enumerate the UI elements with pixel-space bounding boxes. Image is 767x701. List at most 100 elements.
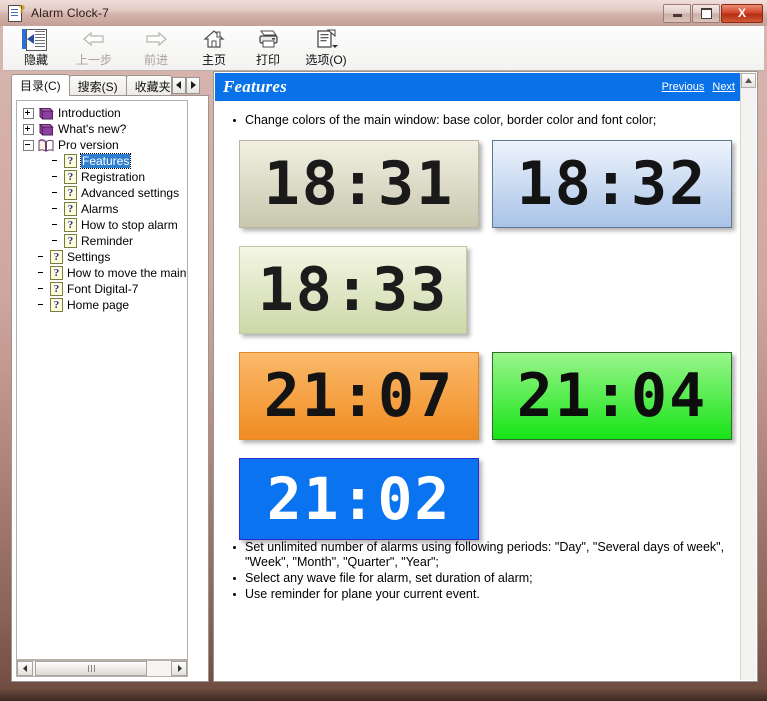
tree-horizontal-scrollbar[interactable] bbox=[16, 660, 188, 677]
tab-favorites[interactable]: 收藏夹 bbox=[125, 75, 172, 96]
content-panel: Features Previous Next Change colors of … bbox=[213, 71, 758, 682]
tab-favorites-label: 收藏夹 bbox=[134, 79, 171, 94]
help-page-icon: ? bbox=[50, 282, 63, 296]
toolbar: 隐藏 上一步 前进 主页 打印 选项(O) bbox=[3, 26, 764, 71]
tree-item-what-s-new[interactable]: What's new? bbox=[17, 121, 187, 137]
tree-item-label: Reminder bbox=[81, 234, 134, 248]
tab-scroll-left-button[interactable] bbox=[171, 76, 186, 94]
close-button[interactable]: X bbox=[721, 3, 763, 23]
scroll-grip bbox=[87, 665, 95, 672]
navigation-panel: Introduction What's new? Pro version? Featu… bbox=[11, 95, 209, 682]
tree-item-label: How to move the main windo bbox=[67, 266, 187, 280]
toolbar-button-options[interactable]: 选项(O) bbox=[295, 26, 357, 69]
help-page-icon: ? bbox=[50, 266, 63, 280]
tree-item-registration[interactable]: ? Registration bbox=[17, 169, 187, 185]
toolbar-button-hide[interactable]: 隐藏 bbox=[9, 26, 63, 69]
tree-item-label: Font Digital-7 bbox=[67, 282, 139, 296]
expand-icon[interactable] bbox=[23, 123, 34, 135]
tree-item-label: What's new? bbox=[58, 122, 127, 136]
tree-item-pro-version[interactable]: Pro version bbox=[17, 137, 187, 153]
help-viewer-window: ? Alarm Clock-7 X 隐藏 上一步 前进 主页 打印 选项(O) … bbox=[0, 0, 767, 701]
toolbar-label-forward: 前进 bbox=[143, 53, 168, 67]
closed-book-icon bbox=[38, 123, 54, 136]
tab-contents[interactable]: 目录(C) bbox=[11, 74, 70, 96]
tree-item-introduction[interactable]: Introduction bbox=[17, 105, 187, 121]
tree-spacer bbox=[51, 173, 60, 182]
next-link[interactable]: Next bbox=[712, 81, 735, 93]
expand-icon[interactable] bbox=[23, 107, 34, 119]
tab-scroll-right-button[interactable] bbox=[185, 76, 200, 94]
content-vertical-scrollbar[interactable] bbox=[740, 73, 756, 680]
window-controls: X bbox=[663, 3, 763, 23]
contents-tree[interactable]: Introduction What's new? Pro version? Featu… bbox=[16, 100, 188, 660]
toolbar-label-home: 主页 bbox=[201, 53, 226, 67]
tree-item-advanced-settings[interactable]: ? Advanced settings bbox=[17, 185, 187, 201]
close-icon: X bbox=[737, 6, 746, 20]
tree-item-label: How to stop alarm bbox=[81, 218, 178, 232]
tree-spacer bbox=[51, 237, 60, 246]
list-item: Select any wave file for alarm, set dura… bbox=[227, 571, 733, 586]
scroll-thumb[interactable] bbox=[35, 661, 147, 676]
tree-item-font-digital-7[interactable]: ? Font Digital-7 bbox=[17, 281, 187, 297]
tree-item-label: Settings bbox=[67, 250, 111, 264]
page-navigation: Previous Next bbox=[662, 81, 735, 93]
list-item: Use reminder for plane your current even… bbox=[227, 587, 733, 602]
tree-spacer bbox=[51, 189, 60, 198]
tree-spacer bbox=[37, 253, 46, 262]
tree-spacer bbox=[51, 157, 60, 166]
clock-beige: 18:31 bbox=[239, 140, 479, 228]
tree-item-how-to-move-the-main-windo[interactable]: ? How to move the main windo bbox=[17, 265, 187, 281]
toolbar-button-forward[interactable]: 前进 bbox=[125, 26, 187, 69]
maximize-button[interactable] bbox=[692, 3, 720, 23]
scroll-up-button[interactable] bbox=[741, 73, 756, 88]
help-document-icon: ? bbox=[7, 3, 25, 22]
clock-light-blue: 18:32 bbox=[492, 140, 732, 228]
clock-time-display: 18:32 bbox=[516, 149, 708, 219]
scroll-right-button[interactable] bbox=[171, 661, 187, 676]
toolbar-button-print[interactable]: 打印 bbox=[241, 26, 295, 69]
toolbar-label-options: 选项(O) bbox=[305, 53, 347, 67]
hide-pane-icon bbox=[22, 28, 49, 51]
tree-item-label: Registration bbox=[81, 170, 146, 184]
help-page-icon: ? bbox=[64, 218, 77, 232]
tab-search-label: 搜索(S) bbox=[77, 79, 118, 94]
content-body: Change colors of the main window: base c… bbox=[215, 101, 743, 680]
help-page-icon: ? bbox=[50, 250, 63, 264]
toolbar-button-home[interactable]: 主页 bbox=[187, 26, 241, 69]
tree-spacer bbox=[51, 221, 60, 230]
previous-link[interactable]: Previous bbox=[662, 81, 705, 93]
tab-search[interactable]: 搜索(S) bbox=[68, 75, 127, 96]
closed-book-icon bbox=[38, 107, 54, 120]
page-title: Features bbox=[223, 77, 287, 96]
tree-item-settings[interactable]: ? Settings bbox=[17, 249, 187, 265]
window-title: Alarm Clock-7 bbox=[31, 6, 109, 20]
tree-item-how-to-stop-alarm[interactable]: ? How to stop alarm bbox=[17, 217, 187, 233]
tree-item-label: Alarms bbox=[81, 202, 119, 216]
clock-orange: 21:07 bbox=[239, 352, 479, 440]
clock-blue: 21:02 bbox=[239, 458, 479, 540]
scroll-left-button[interactable] bbox=[17, 661, 33, 676]
clock-time-display: 21:04 bbox=[516, 361, 708, 431]
tree-item-reminder[interactable]: ? Reminder bbox=[17, 233, 187, 249]
title-bar: ? Alarm Clock-7 X bbox=[0, 0, 767, 26]
help-page-icon: ? bbox=[64, 154, 77, 168]
help-page-icon: ? bbox=[64, 202, 77, 216]
toolbar-button-back[interactable]: 上一步 bbox=[63, 26, 125, 69]
clock-gallery: 18:31 18:32 18:33 21:07 21:04 21:02 bbox=[227, 140, 733, 540]
intro-bullet-list: Change colors of the main window: base c… bbox=[227, 113, 733, 128]
minimize-button[interactable] bbox=[663, 3, 691, 23]
toolbar-label-back: 上一步 bbox=[75, 53, 112, 67]
clock-time-display: 18:31 bbox=[263, 149, 455, 219]
options-icon bbox=[313, 28, 339, 50]
tree-item-alarms[interactable]: ? Alarms bbox=[17, 201, 187, 217]
clock-time-display: 21:07 bbox=[263, 361, 455, 431]
help-page-icon: ? bbox=[64, 170, 77, 184]
tree-spacer bbox=[51, 205, 60, 214]
tree-spacer bbox=[37, 269, 46, 278]
scroll-track[interactable] bbox=[33, 661, 171, 676]
collapse-icon[interactable] bbox=[23, 139, 34, 151]
open-book-icon bbox=[38, 138, 54, 152]
tree-item-features[interactable]: ? Features bbox=[17, 153, 187, 169]
tree-spacer bbox=[37, 285, 46, 294]
tree-item-home-page[interactable]: ? Home page bbox=[17, 297, 187, 313]
